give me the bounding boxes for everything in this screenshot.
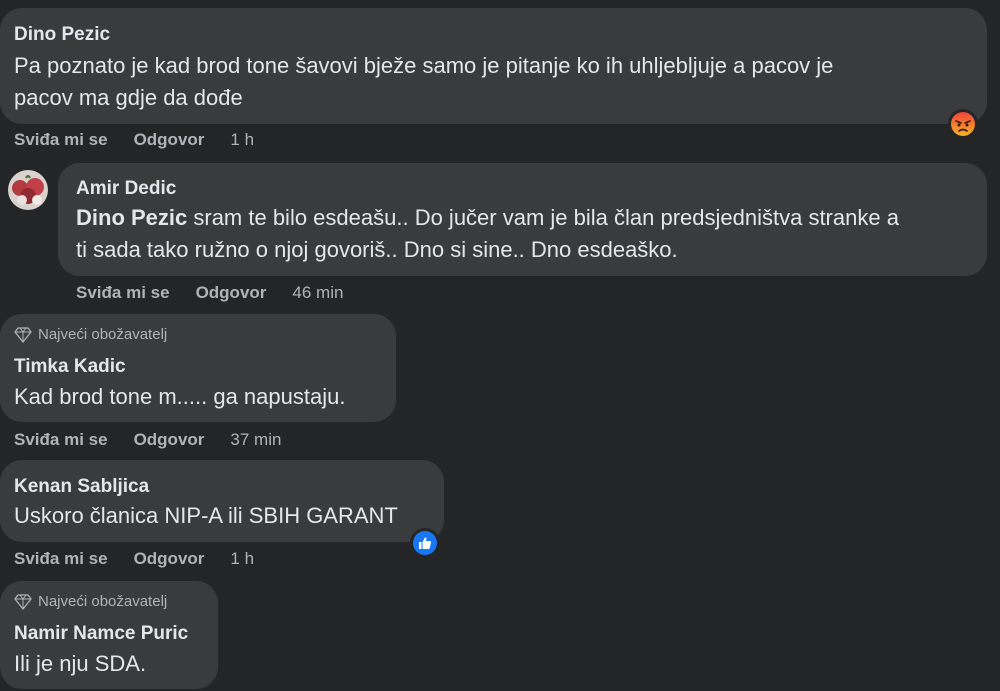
diamond-icon bbox=[14, 326, 32, 343]
like-button[interactable]: Sviđa mi se bbox=[14, 430, 108, 450]
comment-author[interactable]: Amir Dedic bbox=[76, 178, 176, 200]
comment-timestamp[interactable]: 1 h bbox=[230, 549, 254, 569]
comment-text-line: ti sada tako ružno o njoj govoriš.. Dno … bbox=[76, 237, 678, 262]
angry-reaction-icon[interactable] bbox=[948, 109, 978, 139]
top-fan-badge: Najveći obožavatelj bbox=[14, 326, 167, 343]
reply-button[interactable]: Odgovor bbox=[134, 549, 205, 569]
comments-section: Dino Pezic Pa poznato je kad brod tone š… bbox=[0, 0, 1000, 691]
comment-actions: Sviđa mi se Odgovor 37 min bbox=[14, 430, 281, 450]
avatar[interactable] bbox=[8, 170, 48, 210]
comment-text: Ili je nju SDA. bbox=[14, 651, 147, 676]
comment-timestamp[interactable]: 37 min bbox=[230, 430, 281, 450]
top-fan-badge: Najveći obožavatelj bbox=[14, 593, 167, 610]
comment-author[interactable]: Kenan Sabljica bbox=[14, 476, 149, 498]
comment-text: Kad brod tone m..... ga napustaju. bbox=[14, 384, 346, 409]
comment-timestamp[interactable]: 1 h bbox=[230, 130, 254, 150]
comment-text: sram te bilo esdeašu.. Do jučer vam je b… bbox=[187, 205, 899, 230]
comment-text: Uskoro članica NIP-A ili SBIH GARANT bbox=[14, 503, 398, 528]
comment-text-line: Dino Pezic sram te bilo esdeašu.. Do juč… bbox=[76, 202, 899, 234]
like-reaction-icon[interactable] bbox=[410, 528, 440, 558]
like-button[interactable]: Sviđa mi se bbox=[76, 283, 170, 303]
comment-author[interactable]: Timka Kadic bbox=[14, 356, 126, 378]
like-button[interactable]: Sviđa mi se bbox=[14, 130, 108, 150]
comment-text-line: pacov ma gdje da dođe bbox=[14, 85, 243, 110]
like-button[interactable]: Sviđa mi se bbox=[14, 549, 108, 569]
reply-button[interactable]: Odgovor bbox=[134, 430, 205, 450]
reply-button[interactable]: Odgovor bbox=[134, 130, 205, 150]
comment-author[interactable]: Namir Namce Puric bbox=[14, 623, 188, 645]
comment-author[interactable]: Dino Pezic bbox=[14, 24, 110, 46]
comment-timestamp[interactable]: 46 min bbox=[292, 283, 343, 303]
comment-text-line: Pa poznato je kad brod tone šavovi bježe… bbox=[14, 53, 834, 78]
reply-button[interactable]: Odgovor bbox=[196, 283, 267, 303]
diamond-icon bbox=[14, 593, 32, 610]
comment-actions: Sviđa mi se Odgovor 1 h bbox=[14, 549, 254, 569]
mention-link[interactable]: Dino Pezic bbox=[76, 205, 187, 230]
comment-actions: Sviđa mi se Odgovor 46 min bbox=[76, 283, 343, 303]
comment-actions: Sviđa mi se Odgovor 1 h bbox=[14, 130, 254, 150]
